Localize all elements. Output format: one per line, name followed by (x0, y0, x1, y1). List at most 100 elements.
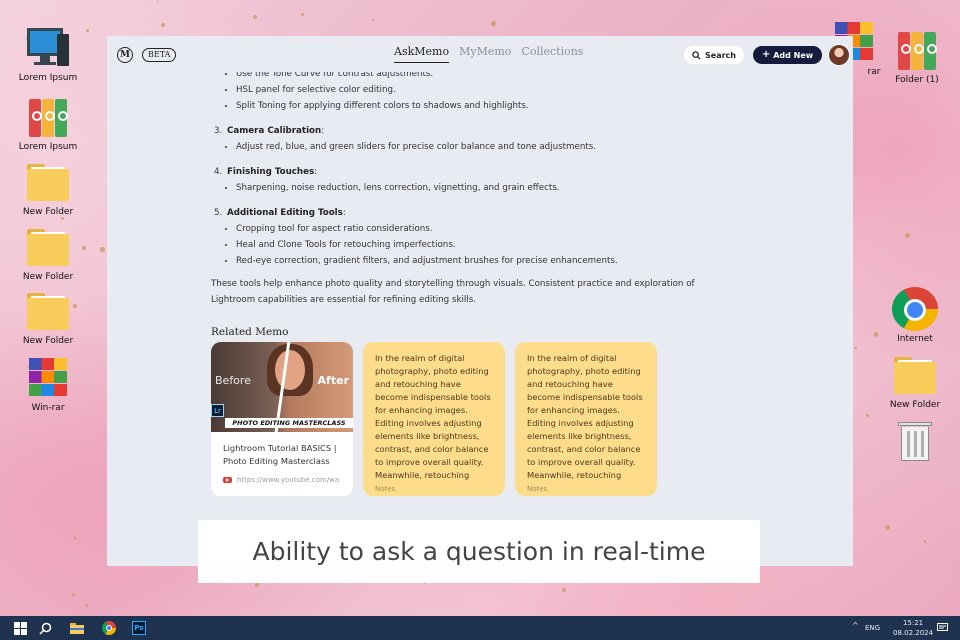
summary-paragraph: These tools help enhance photo quality a… (211, 279, 695, 305)
clock-date: 08.02.2024 (893, 629, 934, 637)
add-new-label: Add New (773, 50, 814, 60)
language-indicator[interactable]: ENG (865, 624, 880, 632)
desktop-icon-computer[interactable]: Lorem Ipsum (12, 26, 84, 83)
note-footer: Notes (527, 485, 548, 493)
desktop-icon-binders[interactable]: Folder (1) (881, 28, 953, 85)
chrome-icon (102, 621, 116, 635)
section-title: Camera Calibration (227, 126, 322, 136)
taskbar: Ps ^ ENG 15:21 08.02.2024 (0, 616, 960, 640)
notifications-button[interactable] (934, 616, 950, 640)
tray-chevron-icon[interactable]: ^ (852, 621, 859, 630)
wallpaper-speck (72, 593, 75, 597)
taskbar-photoshop[interactable]: Ps (128, 616, 150, 640)
list-item: Cropping tool for aspect ratio considera… (236, 221, 853, 237)
wallpaper-speck (896, 591, 899, 593)
folder-icon (25, 225, 71, 269)
related-memo-video-card[interactable]: Before After Lr PHOTO EDITING MASTERCLAS… (211, 342, 353, 496)
wallpaper-speck (252, 14, 258, 20)
wallpaper-speck (157, 0, 159, 3)
tab-mymemo[interactable]: MyMemo (459, 45, 511, 63)
note-text: In the realm of digital photography, pho… (527, 353, 643, 480)
related-memo-heading: Related Memo (211, 326, 289, 338)
desktop-icon-internet[interactable]: Internet (879, 287, 951, 344)
binders-icon (25, 95, 71, 139)
beta-badge: BETA (142, 48, 177, 62)
wallpaper-speck (885, 524, 890, 530)
search-button-label: Search (705, 50, 736, 60)
wallpaper-speck (161, 22, 166, 28)
thumbnail-before-label: Before (215, 374, 251, 387)
plus-icon: + (761, 49, 771, 60)
desktop-icon-folder[interactable]: New Folder (879, 353, 951, 410)
chrome-icon (892, 287, 938, 331)
desktop-icon-label: Lorem Ipsum (18, 142, 78, 152)
desktop-icon-folder[interactable]: New Folder (12, 160, 84, 217)
desktop-icon-label: Internet (897, 334, 933, 344)
related-memo-note-card[interactable]: In the realm of digital photography, pho… (363, 342, 505, 496)
list-item: Split Toning for applying different colo… (236, 98, 853, 114)
wallpaper-speck (853, 346, 857, 350)
tab-collections[interactable]: Collections (521, 45, 583, 63)
askmemo-app-window: M BETA AskMemo MyMemo Collections Search… (107, 36, 853, 566)
desktop-icon-binders[interactable]: Lorem Ipsum (12, 95, 84, 152)
wallpaper-speck (884, 145, 886, 147)
wallpaper-speck (923, 540, 927, 544)
video-link[interactable]: https://www.youtube.com/wa (223, 476, 339, 484)
wallpaper-speck (86, 29, 89, 32)
section-title: Additional Editing Tools (227, 208, 343, 218)
section-number: 4. (214, 167, 223, 177)
clock-time: 15:21 (902, 619, 924, 627)
desktop-icon-recycle-bin[interactable] (879, 420, 951, 464)
tab-askmemo[interactable]: AskMemo (394, 45, 450, 63)
taskbar-file-explorer[interactable] (66, 616, 88, 640)
desktop-icon-label: New Folder (22, 336, 74, 346)
related-memo-cards: Before After Lr PHOTO EDITING MASTERCLAS… (211, 342, 657, 496)
taskbar-search-button[interactable] (34, 616, 56, 640)
wallpaper-speck (300, 13, 304, 17)
desktop-icon-folder[interactable]: New Folder (12, 289, 84, 346)
section-additional-editing-tools: 5.Additional Editing Tools: Cropping too… (211, 205, 853, 269)
nav-tabs: AskMemo MyMemo Collections (394, 45, 583, 63)
list-item: Adjust red, blue, and green sliders for … (236, 139, 853, 155)
wallpaper-speck (873, 332, 878, 337)
wallpaper-speck (73, 537, 77, 540)
list-item: HSL panel for selective color editing. (236, 82, 853, 98)
lightroom-icon: Lr (211, 404, 224, 417)
avatar[interactable] (828, 44, 850, 66)
list-item: Sharpening, noise reduction, lens correc… (236, 180, 853, 196)
caption-banner: Ability to ask a question in real-time (198, 520, 760, 583)
taskbar-chrome[interactable] (98, 616, 120, 640)
desktop-icon-label: Win-rar (31, 403, 65, 413)
top-bullet-list: Use the Tone Curve for contrast adjustme… (236, 66, 853, 114)
winrar-icon (25, 356, 71, 400)
desktop-icon-label: Folder (1) (895, 75, 939, 85)
desktop-icon-label: Lorem Ipsum (18, 73, 78, 83)
wallpaper-speck (865, 413, 869, 417)
wallpaper-speck (424, 582, 426, 585)
start-button[interactable] (6, 616, 34, 640)
video-thumbnail: Before After Lr PHOTO EDITING MASTERCLAS… (211, 342, 353, 432)
folder-icon (892, 353, 938, 397)
desktop-icon-winrar[interactable]: Win-rar (12, 356, 84, 413)
app-logo[interactable]: M (117, 47, 133, 63)
binders-icon (894, 28, 940, 72)
search-button[interactable]: Search (684, 46, 744, 64)
notification-icon (936, 623, 948, 631)
taskbar-clock[interactable]: 15:21 08.02.2024 (893, 618, 933, 638)
desktop-icon-label: New Folder (22, 207, 74, 217)
thumbnail-after-label: After (317, 374, 349, 387)
wallpaper-speck (100, 246, 105, 252)
youtube-icon (223, 477, 232, 483)
video-url: https://www.youtube.com/wa (237, 476, 340, 484)
wallpaper-speck (254, 583, 259, 588)
wallpaper-speck (491, 21, 497, 27)
related-memo-note-card[interactable]: In the realm of digital photography, pho… (515, 342, 657, 496)
desktop-icon-folder[interactable]: New Folder (12, 225, 84, 282)
wallpaper-speck (85, 604, 89, 607)
note-text: In the realm of digital photography, pho… (375, 353, 491, 480)
wallpaper-speck (858, 403, 860, 406)
desktop-icon-label: New Folder (889, 400, 941, 410)
add-new-button[interactable]: + Add New (753, 46, 822, 64)
folder-icon (25, 160, 71, 204)
wallpaper-speck (561, 588, 566, 593)
